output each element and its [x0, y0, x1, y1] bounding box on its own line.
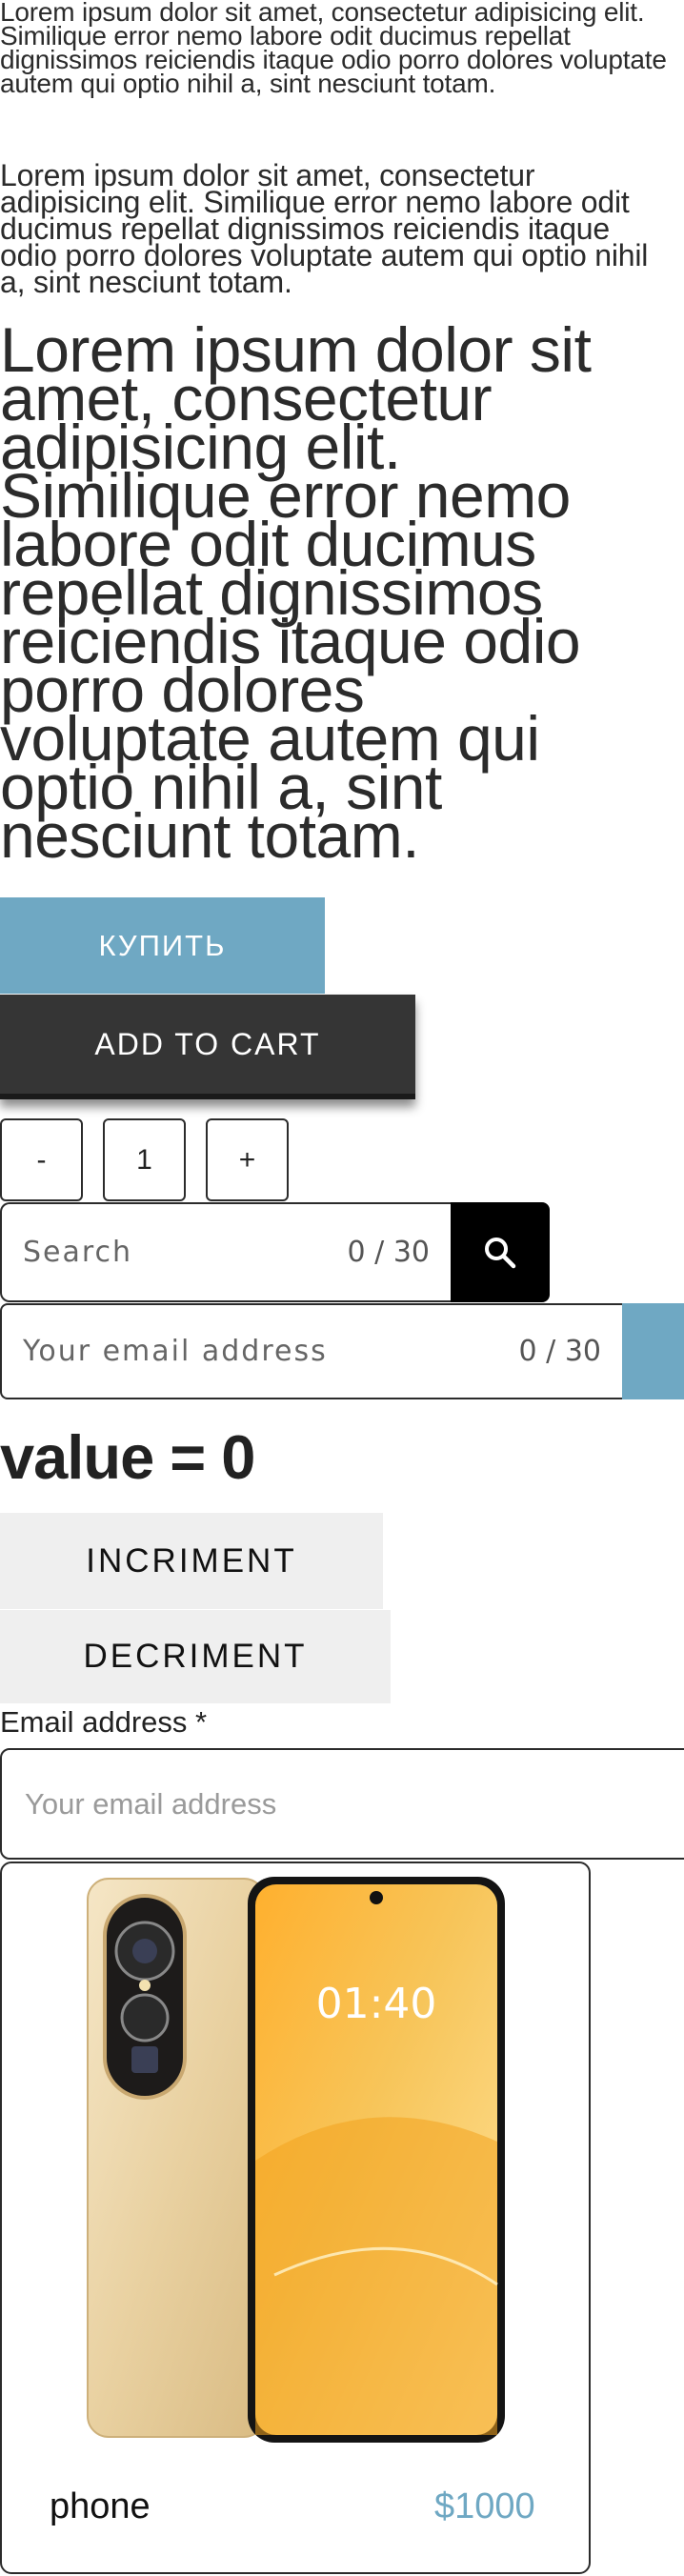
increment-label: INCRIMENT [86, 1541, 297, 1580]
subscribe-email-input[interactable] [2, 1334, 519, 1369]
quantity-value: 1 [103, 1118, 186, 1201]
buy-button-label: КУПИТЬ [98, 928, 227, 962]
phone-screen-time: 01:40 [316, 1980, 437, 2028]
paragraph-small: Lorem ipsum dolor sit amet, consectetur … [0, 0, 667, 98]
search-field: 0 / 30 [0, 1202, 451, 1302]
product-image: 01:40 [87, 1877, 505, 2443]
subscribe-email-field: 0 / 30 [0, 1303, 622, 1399]
product-title: phone [50, 2486, 151, 2526]
counter-value: value = 0 [0, 1422, 255, 1492]
email-field-label: Email address * [0, 1705, 208, 1739]
quantity-decrease-button[interactable]: - [0, 1118, 83, 1201]
search-icon [485, 1237, 516, 1268]
add-to-cart-button[interactable]: ADD TO CART [0, 995, 415, 1099]
paragraph-medium: Lorem ipsum dolor sit amet, consectetur … [0, 158, 649, 299]
decrement-label: DECRIMENT [83, 1638, 308, 1675]
search-button[interactable] [451, 1202, 550, 1302]
add-to-cart-label: ADD TO CART [94, 1026, 321, 1061]
search-char-counter: 0 / 30 [347, 1236, 430, 1269]
buy-button[interactable]: КУПИТЬ [0, 897, 325, 994]
quantity-increase-button[interactable]: + [206, 1118, 289, 1201]
subscribe-char-counter: 0 / 30 [518, 1335, 601, 1368]
product-card[interactable]: 01:40 phone $1000 [0, 1862, 591, 2574]
decrement-button[interactable]: DECRIMENT [0, 1610, 391, 1703]
search-input[interactable] [2, 1235, 348, 1270]
subscribe-button[interactable] [622, 1303, 684, 1399]
paragraph-large: Lorem ipsum dolor sit amet, consectetur … [0, 314, 592, 871]
product-price: $1000 [434, 2486, 535, 2526]
increment-button[interactable]: INCRIMENT [0, 1513, 383, 1609]
email-input[interactable] [2, 1750, 684, 1858]
email-field [0, 1748, 684, 1860]
